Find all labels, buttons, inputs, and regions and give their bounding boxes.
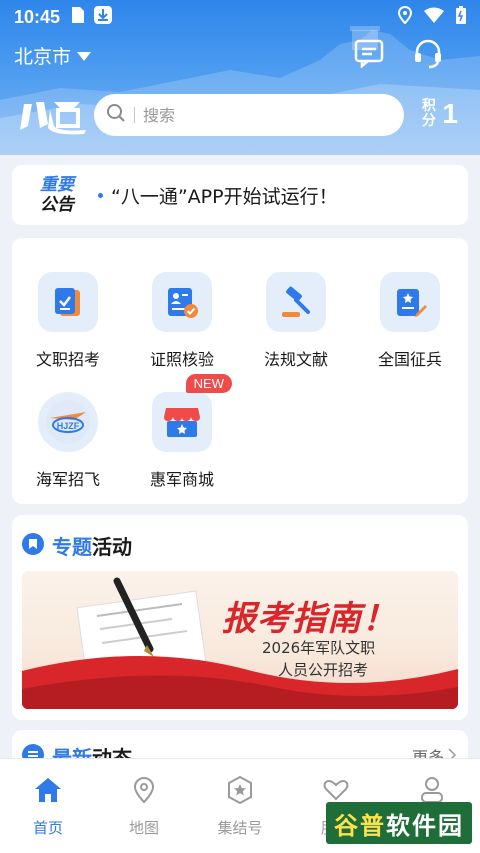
map-pin-icon [129,775,159,809]
location-icon [397,5,413,28]
service-label: 法规文献 [263,350,328,369]
battery-icon [456,6,466,28]
header-banner: 10:45 北京市 搜索 积分 1 [0,0,480,155]
service-label: 惠军商城 [149,470,214,489]
nav-label: 首页 [32,819,63,837]
service-regulations[interactable]: 法规文献 [246,272,346,370]
enlistment-form-icon [380,272,440,332]
topic-title: 专题活动 [52,531,132,560]
service-navy-pilot[interactable]: HJZF 海军招飞 [18,392,118,490]
new-badge: NEW [185,374,232,393]
badge-star-icon [225,775,255,809]
nav-map[interactable]: 地图 [96,759,192,853]
service-label: 证照核验 [149,350,214,369]
id-card-verify-icon [152,272,212,332]
topic-section: 专题活动 报考指南！ 2026年军队文职 人员公开招考 [12,515,468,720]
city-selector[interactable]: 北京市 [14,42,92,69]
svg-text:HJZF: HJZF [57,421,80,431]
notice-badge-line1: 重要 [40,175,74,195]
topic-title-part2: 活动 [92,535,132,559]
notice-bullet [98,192,103,198]
topic-title-part1: 专题 [52,535,92,559]
notice-text[interactable]: “八一通”APP开始试运行！ [111,182,338,209]
points-label: 积分 [421,98,436,129]
chevron-down-icon [77,45,92,67]
customer-service-icon[interactable] [412,38,444,74]
search-bar[interactable] [94,94,404,136]
notice-card[interactable]: 重要 公告 “八一通”APP开始试运行！ [12,165,468,225]
sim-card-icon [72,7,85,27]
notice-badge-line2: 公告 [40,195,74,215]
topic-header: 专题活动 [22,531,132,560]
topic-banner[interactable]: 报考指南！ 2026年军队文职 人员公开招考 [22,571,458,709]
service-civilian-recruitment[interactable]: 文职招考 [18,272,118,370]
message-icon[interactable] [354,38,384,74]
service-license-verify[interactable]: 证照核验 [132,272,232,370]
banner-subtitle-line1: 2026年军队文职 [262,639,376,657]
points-value: 1 [442,98,458,129]
nav-label: 地图 [128,819,159,837]
status-bar: 10:45 [0,0,480,34]
notice-badge: 重要 公告 [26,173,88,217]
service-label: 文职招考 [35,350,100,369]
nav-assembly[interactable]: 集结号 [192,759,288,853]
download-icon [94,6,113,28]
city-label: 北京市 [14,46,72,68]
home-icon [33,775,63,809]
site-watermark: 谷普 软件园 [326,802,472,844]
service-label: 海军招飞 [35,470,100,489]
service-military-store[interactable]: NEW 惠军商城 [132,374,232,490]
services-grid: 文职招考 证照核验 法规文献 全国征兵 HJZF 海军招飞 NEW 惠军商城 [12,238,468,504]
nav-label: 集结号 [217,819,263,837]
navy-pilot-icon: HJZF [38,392,98,452]
banner-title: 报考指南！ [222,599,397,639]
watermark-part1: 谷普 [334,811,386,840]
checklist-icon [38,272,98,332]
service-label: 全国征兵 [377,350,442,369]
service-enlistment[interactable]: 全国征兵 [360,272,460,370]
search-input[interactable] [143,105,363,125]
bookmark-icon [22,532,44,559]
store-icon: NEW [152,374,232,452]
wifi-icon [424,7,444,27]
watermark-part2: 软件园 [386,811,464,840]
app-logo [18,96,88,136]
search-icon [106,103,126,127]
gavel-icon [266,272,326,332]
banner-subtitle-line2: 人员公开招考 [278,661,369,679]
points-display[interactable]: 积分 1 [421,98,458,130]
search-divider [134,107,135,123]
nav-home[interactable]: 首页 [0,759,96,853]
status-time: 10:45 [14,6,61,27]
